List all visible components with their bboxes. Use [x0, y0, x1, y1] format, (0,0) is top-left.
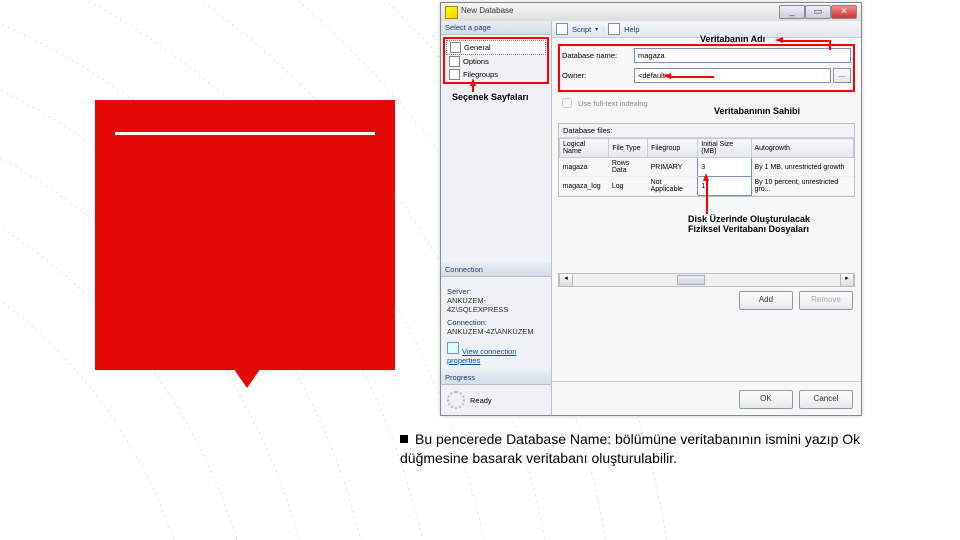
remove-button[interactable]: Remove	[799, 291, 853, 310]
connection-value: ANKUZEM-4Z\ANKUZEM	[447, 327, 545, 336]
page-icon	[449, 69, 460, 80]
fulltext-label: Use full-text indexing	[578, 99, 648, 108]
new-database-dialog: New Database _ ▭ ✕ Select a page General…	[440, 2, 862, 416]
scroll-right-arrow[interactable]: ▸	[840, 273, 854, 287]
cell: By 1 MB, unrestricted growth	[751, 158, 854, 177]
annotation-owner: Veritabanının Sahibi	[714, 106, 800, 116]
cell: By 10 percent, unrestricted gro...	[751, 177, 854, 196]
owner-browse-button[interactable]: ...	[833, 68, 851, 83]
progress-header: Progress	[441, 371, 551, 385]
connection-header: Connection	[441, 263, 551, 277]
slide-bullet: Bu pencerede Database Name: bölümüne ver…	[400, 430, 910, 468]
arrow-line	[472, 84, 474, 92]
script-button[interactable]: Script	[572, 25, 591, 34]
connection-label: Connection:	[447, 318, 545, 327]
page-icon	[449, 56, 460, 67]
db-icon	[445, 6, 458, 19]
arrow-line	[829, 40, 831, 50]
help-button[interactable]: Help	[624, 25, 639, 34]
arrowhead-icon	[775, 37, 783, 43]
arrow-line	[670, 76, 714, 78]
annotation-files: Disk Üzerinde Oluşturulacak Fiziksel Ver…	[688, 214, 810, 234]
owner-label: Owner:	[562, 71, 634, 80]
cell: Rows Data	[609, 158, 648, 177]
help-icon	[608, 23, 620, 35]
scroll-left-arrow[interactable]: ◂	[559, 273, 573, 287]
pages-list: General Options Filegroups	[443, 37, 549, 84]
dbname-label: Database name:	[562, 51, 634, 60]
horizontal-scrollbar[interactable]: ◂ ▸	[558, 273, 855, 287]
ok-button[interactable]: OK	[739, 390, 793, 409]
page-label: Options	[463, 57, 489, 66]
page-label: Filegroups	[463, 70, 498, 79]
page-label: General	[464, 43, 491, 52]
connection-info: Server: ANKUZEM-4Z\SQLEXPRESS Connection…	[447, 283, 545, 365]
footer-separator	[552, 381, 861, 382]
progress-value: Ready	[470, 396, 492, 405]
window-title: New Database	[461, 6, 513, 15]
table-header-row: Logical Name File Type Filegroup Initial…	[560, 139, 854, 158]
add-button[interactable]: Add	[739, 291, 793, 310]
minimize-button[interactable]: _	[779, 5, 805, 19]
dbname-input[interactable]: magaza	[634, 48, 851, 63]
page-icon	[450, 42, 461, 53]
cell: magaza	[560, 158, 609, 177]
page-general[interactable]: General	[446, 40, 546, 55]
cell: Not Applicable	[648, 177, 698, 196]
left-panel: Select a page General Options Filegroups…	[441, 21, 552, 415]
fulltext-checkbox[interactable]: Use full-text indexing	[558, 95, 855, 111]
dialog-buttons: OK Cancel	[735, 390, 853, 409]
page-options[interactable]: Options	[446, 55, 546, 68]
arrowhead-icon	[703, 173, 709, 181]
scroll-thumb[interactable]	[677, 275, 705, 285]
files-group-header: Database files:	[559, 124, 854, 138]
col-filegroup[interactable]: Filegroup	[648, 139, 698, 158]
annotation-dbname: Veritabanın Adı	[700, 34, 765, 44]
link-icon	[447, 342, 459, 354]
arrow-line	[782, 40, 830, 42]
col-autogrowth[interactable]: Autogrowth	[751, 139, 854, 158]
spinner-icon	[447, 391, 465, 409]
page-filegroups[interactable]: Filegroups	[446, 68, 546, 81]
server-label: Server:	[447, 287, 545, 296]
file-buttons: Add Remove	[735, 291, 853, 310]
cell: magaza_log	[560, 177, 609, 196]
cell: Log	[609, 177, 648, 196]
col-logical-name[interactable]: Logical Name	[560, 139, 609, 158]
progress-section: Ready	[447, 391, 545, 409]
callout-box	[95, 100, 395, 370]
arrowhead-icon	[663, 73, 671, 79]
select-page-header: Select a page	[441, 21, 551, 35]
bullet-text: Bu pencerede Database Name: bölümüne ver…	[400, 431, 860, 466]
titlebar: New Database _ ▭ ✕	[441, 3, 861, 22]
arrow-line	[706, 180, 708, 214]
cell: PRIMARY	[648, 158, 698, 177]
bullet-icon	[400, 435, 408, 443]
chevron-down-icon[interactable]: ▾	[595, 26, 598, 33]
fulltext-check-input[interactable]	[562, 98, 572, 108]
server-value: ANKUZEM-4Z\SQLEXPRESS	[447, 296, 545, 314]
maximize-button[interactable]: ▭	[805, 5, 831, 19]
script-icon	[556, 23, 568, 35]
close-button[interactable]: ✕	[831, 5, 857, 19]
cancel-button[interactable]: Cancel	[799, 390, 853, 409]
fields-highlight: Database name: magaza Owner: <default> .…	[558, 44, 855, 92]
col-initial-size[interactable]: Initial Size (MB)	[698, 139, 751, 158]
col-file-type[interactable]: File Type	[609, 139, 648, 158]
annotation-pages: Seçenek Sayfaları	[452, 92, 529, 102]
